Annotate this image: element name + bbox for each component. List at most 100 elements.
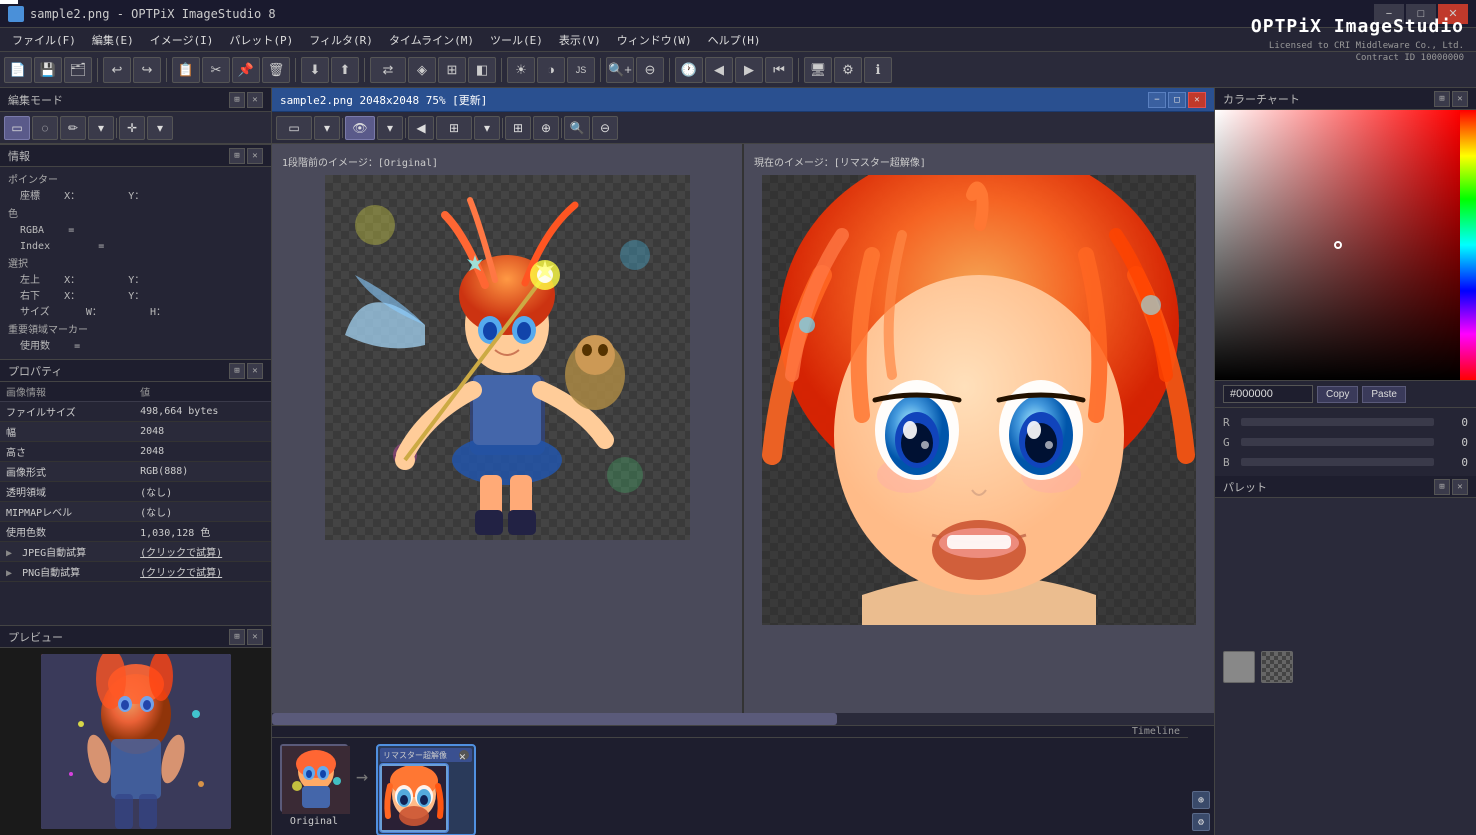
select-rect-tool[interactable]: ▭ [4,116,30,140]
info-float[interactable]: ⊞ [229,148,245,164]
menu-palette[interactable]: パレット(P) [221,30,301,50]
brightness-button[interactable]: ☀ [507,57,535,83]
import-button[interactable]: ⬇ [301,57,329,83]
index-equals: = [98,241,104,252]
menu-view[interactable]: 表示(V) [551,30,609,50]
timeline-settings-btn[interactable]: ⚙ [1192,813,1210,831]
palette-swatch-1[interactable] [1223,651,1255,683]
dither-button[interactable]: ◧ [468,57,496,83]
new-button[interactable]: 📄 [4,57,32,83]
menu-tools[interactable]: ツール(E) [482,30,551,50]
prev-btn[interactable]: ◀ [408,116,434,140]
zoom-in-button[interactable]: 🔍+ [606,57,634,83]
color-gradient[interactable] [1215,110,1460,380]
props-content: 画像情報 値 ファイルサイズ 498,664 bytes 幅 2048 [0,382,271,625]
info-close[interactable]: ✕ [247,148,263,164]
export-button[interactable]: ⬆ [331,57,359,83]
move-dropdown[interactable]: ▾ [147,116,173,140]
color-chart-float[interactable]: ⊞ [1434,91,1450,107]
nav-btn[interactable]: ⊕ [533,116,559,140]
clock-button[interactable]: 🕐 [675,57,703,83]
js-button[interactable]: JS [567,57,595,83]
save-all-button[interactable]: 🗂 [64,57,92,83]
redo-button[interactable]: ↪ [133,57,161,83]
b-slider[interactable] [1241,458,1434,466]
remastered-close-btn[interactable]: ✕ [459,750,469,760]
menu-file[interactable]: ファイル(F) [4,30,84,50]
original-image[interactable] [325,175,690,540]
view-mode-btn[interactable]: 👁 [345,116,375,140]
filter2-button[interactable]: ⊞ [438,57,466,83]
zoom-fit-btn[interactable]: ⊞ [436,116,472,140]
undo-button[interactable]: ↩ [103,57,131,83]
menu-image[interactable]: イメージ(I) [142,30,222,50]
window-title: sample2.png - OPTPiX ImageStudio 8 [30,7,1374,21]
first-button[interactable]: ⏮ [765,57,793,83]
brush-tool[interactable]: ✏ [60,116,86,140]
color-hex-input[interactable] [1223,385,1313,403]
remastered-canvas-panel[interactable]: 現在のイメージ：[リマスター超解像] [744,144,1214,713]
lasso-tool[interactable]: ◌ [32,116,58,140]
compare-button[interactable]: ⇄ [370,57,406,83]
menu-filter[interactable]: フィルタ(R) [301,30,381,50]
edit-mode-close[interactable]: ✕ [247,92,263,108]
menu-help[interactable]: ヘルプ(H) [700,30,769,50]
delete-button[interactable]: 🗑 [262,57,290,83]
props-close[interactable]: ✕ [247,363,263,379]
forward-button[interactable]: ▶ [735,57,763,83]
img-win-min[interactable]: − [1148,92,1166,108]
zoom-in-view[interactable]: 🔍 [564,116,590,140]
palette-close[interactable]: ✕ [1452,479,1468,495]
img-win-close[interactable]: ✕ [1188,92,1206,108]
info-button[interactable]: ℹ [864,57,892,83]
img-win-max[interactable]: □ [1168,92,1186,108]
zoom-fit-dropdown[interactable]: ▾ [474,116,500,140]
color-hue-bar[interactable] [1460,110,1476,380]
settings-button[interactable]: ⚙ [834,57,862,83]
size-row: サイズ W： H： [8,305,263,321]
right-panel: カラーチャート ⊞ ✕ Copy Paste R [1214,88,1476,835]
original-thumbnail[interactable] [280,744,348,812]
remastered-thumbnail[interactable] [380,764,448,832]
grid-btn[interactable]: ⊞ [505,116,531,140]
zoom-out-view[interactable]: ⊖ [592,116,618,140]
filter1-button[interactable]: ◈ [408,57,436,83]
back-button[interactable]: ◀ [705,57,733,83]
monitor-button[interactable]: 🖥 [804,57,832,83]
contrast-button[interactable]: ◑ [537,57,565,83]
copy-color-button[interactable]: Copy [1317,386,1358,403]
save-button[interactable]: 💾 [34,57,62,83]
select-dropdown[interactable]: ▾ [314,116,340,140]
paste-button[interactable]: 📌 [232,57,260,83]
remastered-image[interactable] [762,175,1196,625]
prop-value-png[interactable]: (クリックで試算) [134,562,271,582]
palette-swatch-2[interactable] [1261,651,1293,683]
preview-float[interactable]: ⊞ [229,629,245,645]
table-row[interactable]: ▶ PNG自動試算 (クリックで試算) [0,562,271,582]
table-row[interactable]: ▶ JPEG自動試算 (クリックで試算) [0,542,271,562]
menu-window[interactable]: ウィンドウ(W) [609,30,700,50]
move-tool[interactable]: ✛ [119,116,145,140]
r-slider[interactable] [1241,418,1434,426]
prop-label-height: 高さ [0,442,134,462]
cut-button[interactable]: ✂ [202,57,230,83]
paste-color-button[interactable]: Paste [1362,386,1406,403]
g-slider[interactable] [1241,438,1434,446]
canvas-scrollbar[interactable] [272,713,1214,725]
timeline-add-btn[interactable]: ⊕ [1192,791,1210,809]
scroll-thumb[interactable] [272,713,837,725]
brush-dropdown[interactable]: ▾ [88,116,114,140]
palette-float[interactable]: ⊞ [1434,479,1450,495]
view-dropdown[interactable]: ▾ [377,116,403,140]
edit-mode-float[interactable]: ⊞ [229,92,245,108]
zoom-out-button[interactable]: ⊖ [636,57,664,83]
copy-button[interactable]: 📋 [172,57,200,83]
preview-close[interactable]: ✕ [247,629,263,645]
prop-value-jpeg[interactable]: (クリックで試算) [134,542,271,562]
color-chart-close[interactable]: ✕ [1452,91,1468,107]
menu-timeline[interactable]: タイムライン(M) [381,30,482,50]
props-float[interactable]: ⊞ [229,363,245,379]
toolbar-sep1 [97,58,98,82]
select-rect-img-tool[interactable]: ▭ [276,116,312,140]
menu-edit[interactable]: 編集(E) [84,30,142,50]
